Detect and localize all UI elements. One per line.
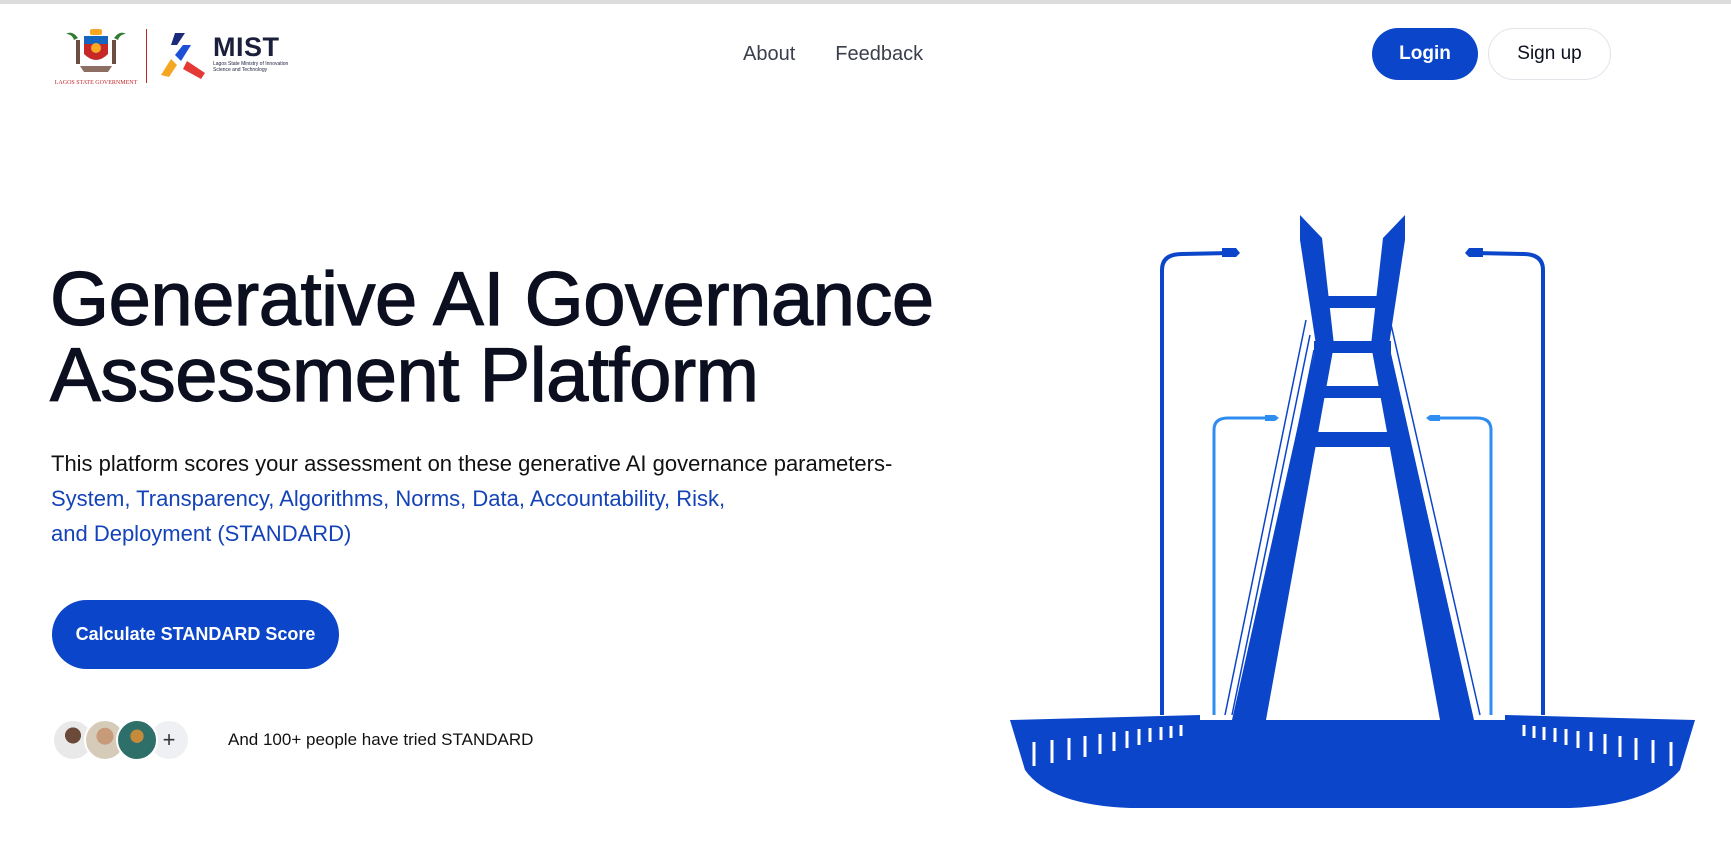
logo-divider — [146, 29, 147, 83]
nav-about-link[interactable]: About — [743, 40, 795, 68]
main-nav: About Feedback — [743, 40, 923, 68]
social-proof-text: And 100+ people have tried STANDARD — [228, 730, 534, 749]
lagos-caption: LAGOS STATE GOVERNMENT — [54, 80, 138, 86]
mist-wordmark: MIST — [213, 31, 280, 62]
social-proof: + And 100+ people have tried STANDARD — [52, 719, 533, 761]
mist-mark-icon — [161, 33, 205, 79]
parameters-line-2: and Deployment (STANDARD) — [51, 521, 352, 546]
calculate-score-button[interactable]: Calculate STANDARD Score — [52, 600, 339, 669]
parameters-line-1: System, Transparency, Algorithms, Norms,… — [51, 486, 726, 511]
top-border — [0, 0, 1731, 4]
avatar-stack: + — [52, 719, 190, 761]
mist-logo: MIST Lagos State Ministry of Innovation … — [157, 31, 299, 81]
signup-button[interactable]: Sign up — [1488, 28, 1611, 80]
lagos-state-logo: LAGOS STATE GOVERNMENT — [54, 26, 138, 86]
mist-tagline-2: Science and Technology — [213, 66, 268, 73]
logo-group[interactable]: LAGOS STATE GOVERNMENT MIST Lagos State … — [54, 26, 299, 86]
page-title: Generative AI Governance Assessment Plat… — [49, 261, 934, 414]
nav-feedback-link[interactable]: Feedback — [835, 40, 923, 68]
title-line-2: Assessment Platform — [49, 333, 759, 418]
title-line-1: Generative AI Governance — [49, 257, 934, 342]
lagos-coat-of-arms-icon — [66, 29, 126, 72]
login-button[interactable]: Login — [1372, 28, 1478, 80]
description-intro: This platform scores your assessment on … — [51, 451, 893, 476]
mist-tagline-1: Lagos State Ministry of Innovation — [213, 60, 289, 67]
hero-description: This platform scores your assessment on … — [51, 446, 951, 551]
lekki-bridge-illustration — [1010, 215, 1695, 808]
avatar — [116, 719, 158, 761]
